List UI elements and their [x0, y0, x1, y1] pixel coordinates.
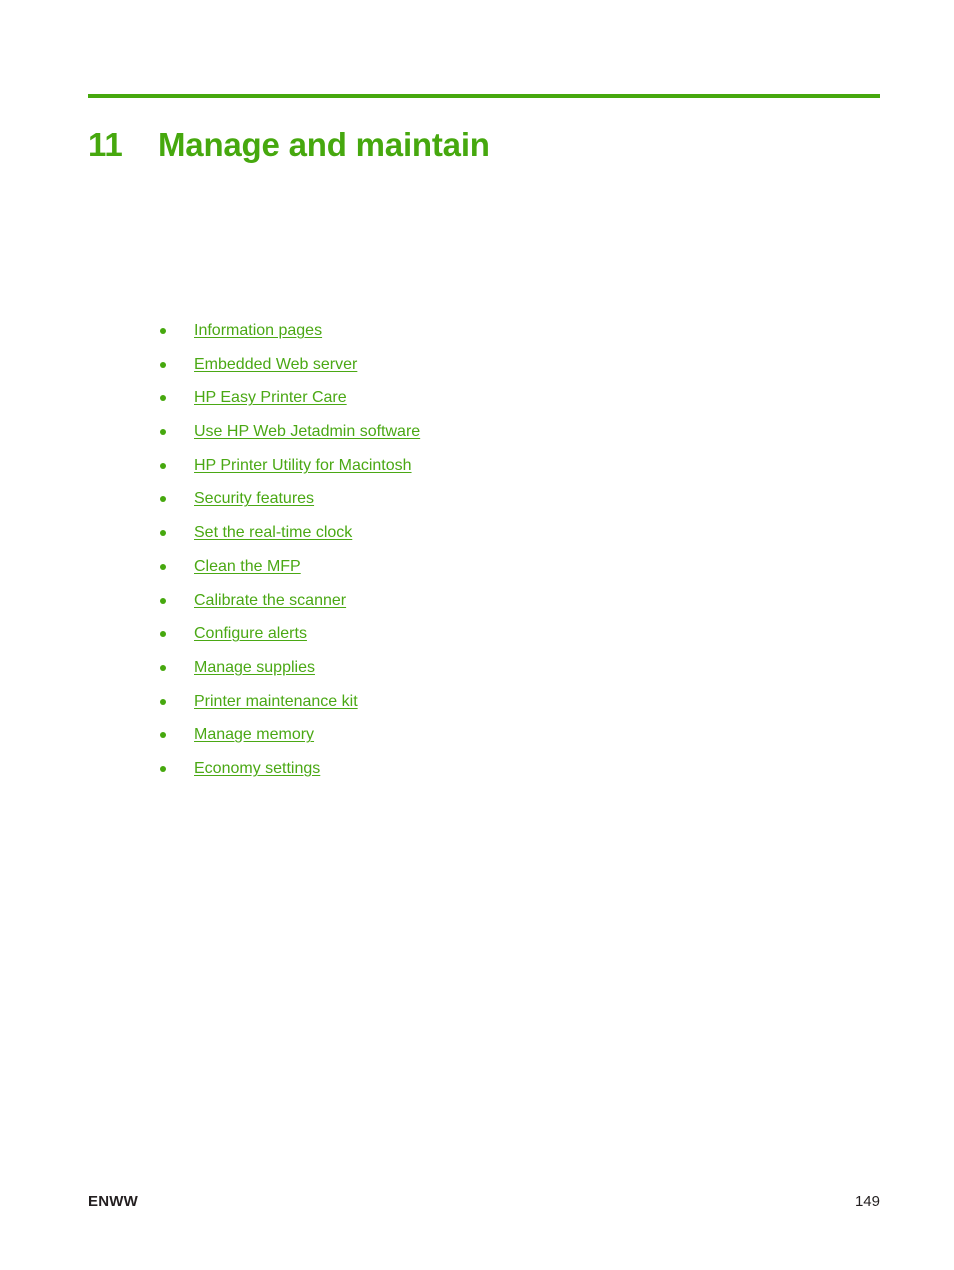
bullet-dot-icon [160, 462, 166, 469]
bullet-dot-icon [160, 429, 166, 436]
list-item: Printer maintenance kit [158, 692, 858, 726]
bullet-dot-icon [160, 597, 166, 604]
toc-link[interactable]: Information pages [194, 322, 322, 339]
list-item: Embedded Web server [158, 355, 858, 389]
bullet-dot-icon [160, 361, 166, 368]
bullet-dot-icon [160, 496, 166, 503]
bullet-dot-icon [160, 563, 166, 570]
toc-link[interactable]: Calibrate the scanner [194, 592, 346, 609]
list-item: HP Printer Utility for Macintosh [158, 456, 858, 490]
bullet-dot-icon [160, 631, 166, 638]
toc-link[interactable]: Use HP Web Jetadmin software [194, 423, 420, 440]
list-item: Configure alerts [158, 624, 858, 658]
toc-link[interactable]: Printer maintenance kit [194, 693, 358, 710]
chapter-heading-rule [88, 94, 880, 98]
toc-link[interactable]: HP Printer Utility for Macintosh [194, 457, 412, 474]
toc-link[interactable]: Economy settings [194, 760, 320, 777]
list-item: Security features [158, 489, 858, 523]
toc-link[interactable]: Security features [194, 490, 314, 507]
footer-locale: ENWW [88, 1193, 138, 1210]
list-item: Set the real-time clock [158, 523, 858, 557]
bullet-dot-icon [160, 664, 166, 671]
chapter-contents-list: Information pages Embedded Web server HP… [158, 321, 858, 793]
list-item: Information pages [158, 321, 858, 355]
toc-link[interactable]: HP Easy Printer Care [194, 389, 347, 406]
list-item: Manage memory [158, 725, 858, 759]
list-item: Manage supplies [158, 658, 858, 692]
list-item: HP Easy Printer Care [158, 388, 858, 422]
chapter-number: 11 [88, 126, 123, 164]
toc-link[interactable]: Manage supplies [194, 659, 315, 676]
toc-link[interactable]: Clean the MFP [194, 558, 301, 575]
toc-link[interactable]: Configure alerts [194, 625, 307, 642]
page-title: 11 Manage and maintain [88, 126, 888, 164]
document-page: 11 Manage and maintain Information pages… [0, 0, 954, 1270]
footer-page-number: 149 [854, 1193, 880, 1210]
page-footer: ENWW 149 [88, 1193, 880, 1210]
bullet-dot-icon [160, 530, 166, 537]
bullet-dot-icon [160, 765, 166, 772]
list-item: Calibrate the scanner [158, 591, 858, 625]
bullet-dot-icon [160, 732, 166, 739]
bullet-dot-icon [160, 698, 166, 705]
toc-link[interactable]: Embedded Web server [194, 356, 357, 373]
bullet-dot-icon [160, 395, 166, 402]
list-item: Clean the MFP [158, 557, 858, 591]
list-item: Economy settings [158, 759, 858, 793]
bullet-dot-icon [160, 328, 166, 334]
list-item: Use HP Web Jetadmin software [158, 422, 858, 456]
toc-link[interactable]: Manage memory [194, 726, 314, 743]
toc-link[interactable]: Set the real-time clock [194, 524, 352, 541]
chapter-title-text: Manage and maintain [158, 126, 490, 164]
